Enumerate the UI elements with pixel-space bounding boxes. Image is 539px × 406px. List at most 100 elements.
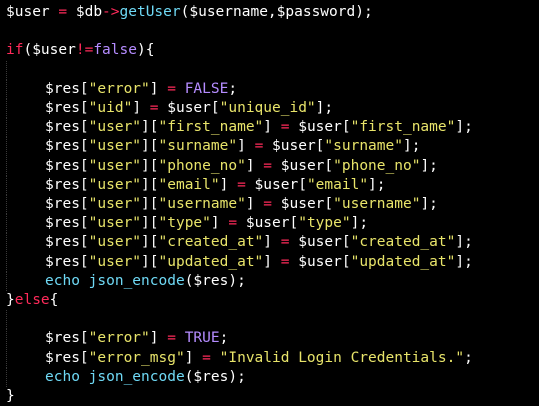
indent-guide (6, 99, 45, 118)
code-token: $res[ (45, 196, 89, 212)
code-token: "updated_at" (158, 254, 264, 270)
code-token: ){ (136, 42, 155, 58)
code-token: "user" (88, 138, 142, 154)
code-token: false (93, 42, 137, 58)
code-token: "error" (88, 330, 150, 346)
code-line[interactable]: echo json_encode($res); (6, 272, 246, 291)
code-token: ] (263, 119, 281, 135)
code-token: "type" (298, 215, 351, 231)
code-token: ] (149, 330, 168, 346)
indent-guide (6, 80, 45, 99)
code-token: ][ (141, 215, 159, 231)
indent-guide (6, 349, 45, 368)
code-line[interactable]: $res["user"]["type"] = $user["type"]; (6, 214, 368, 233)
code-token: = (263, 196, 273, 212)
indent-guide (6, 368, 45, 387)
code-token: ]; (315, 100, 334, 116)
code-token: "type" (158, 215, 211, 231)
code-token: ]; (368, 177, 386, 193)
code-token: ] (149, 81, 168, 97)
indent-guide (6, 329, 45, 348)
code-token: ][ (141, 119, 159, 135)
code-token: ][ (141, 138, 159, 154)
code-token: getUser (119, 4, 181, 20)
code-line[interactable] (6, 61, 45, 80)
indent-guide (6, 195, 45, 214)
code-line[interactable] (6, 310, 45, 329)
code-token: ] (263, 254, 281, 270)
code-token: "phone_no" (333, 158, 421, 174)
code-token: $res[ (45, 215, 89, 231)
code-token: ]; (350, 215, 369, 231)
indent-guide (6, 61, 45, 80)
code-token: ($username,$password); (180, 4, 373, 20)
code-token: "error_msg" (88, 350, 185, 366)
code-token: } (6, 292, 15, 308)
code-token: $res[ (45, 81, 89, 97)
code-line[interactable]: } (6, 387, 15, 406)
code-token: ($res); (184, 369, 246, 385)
indent-guide (6, 253, 45, 272)
code-line[interactable]: $user = $db->getUser($username,$password… (6, 3, 373, 22)
code-token: -> (102, 4, 120, 20)
indent-guide (6, 157, 45, 176)
indent-guide (6, 137, 45, 156)
code-token: = (167, 81, 176, 97)
code-token: "user" (88, 158, 142, 174)
code-line[interactable]: $res["user"]["created_at"] = $user["crea… (6, 233, 473, 252)
code-token: ] (245, 158, 264, 174)
code-token: "user" (88, 234, 142, 250)
code-line[interactable]: }else{ (6, 291, 58, 310)
code-token: $user (6, 4, 59, 20)
code-token: "updated_at" (350, 254, 456, 270)
code-token: "Invalid Login Credentials." (219, 350, 465, 366)
code-token: "uid" (88, 100, 133, 116)
code-token: = (58, 4, 68, 20)
code-line[interactable]: $res["user"]["phone_no"] = $user["phone_… (6, 157, 438, 176)
code-line[interactable]: $res["user"]["first_name"] = $user["firs… (6, 118, 473, 137)
code-token: ]; (455, 254, 473, 270)
code-token: FALSE (184, 81, 229, 97)
code-token: ] (263, 234, 281, 250)
code-token: ][ (141, 158, 159, 174)
code-line[interactable]: $res["error_msg"] = "Invalid Login Crede… (6, 349, 473, 368)
code-line[interactable]: $res["error"] = TRUE; (6, 329, 228, 348)
code-token: $db (67, 4, 103, 20)
code-token: ] (184, 350, 203, 366)
code-line[interactable]: if($user!=false){ (6, 41, 154, 60)
code-token: "user" (88, 177, 142, 193)
code-token: ][ (141, 177, 159, 193)
code-line[interactable]: $res["user"]["email"] = $user["email"]; (6, 176, 386, 195)
code-token: echo (45, 273, 80, 289)
code-token: $user[ (158, 100, 220, 116)
code-line[interactable]: $res["user"]["surname"] = $user["surname… (6, 137, 420, 156)
code-token: = (254, 138, 264, 154)
indent-guide (6, 310, 45, 329)
code-token: ($user (23, 42, 76, 58)
code-token: "username" (158, 196, 246, 212)
code-token: "email" (306, 177, 369, 193)
code-line[interactable]: $res["error"] = FALSE; (6, 80, 237, 99)
code-token: "username" (333, 196, 421, 212)
code-token: $res[ (45, 234, 89, 250)
code-line[interactable]: $res["user"]["username"] = $user["userna… (6, 195, 438, 214)
code-token: else (14, 292, 50, 308)
code-token: = (149, 100, 159, 116)
code-token: $res[ (45, 177, 89, 193)
code-token: ]; (420, 158, 438, 174)
code-line[interactable]: $res["user"]["updated_at"] = $user["upda… (6, 253, 473, 272)
code-token: $res[ (45, 350, 89, 366)
code-token: echo (45, 369, 80, 385)
code-token: $user[ (272, 196, 334, 212)
code-token: ]; (420, 196, 438, 212)
code-token: ] (132, 100, 150, 116)
code-token: "surname" (158, 138, 238, 154)
code-line[interactable]: echo json_encode($res); (6, 368, 246, 387)
code-token: json_encode (88, 273, 185, 289)
code-editor[interactable]: $user = $db->getUser($username,$password… (0, 0, 539, 404)
code-token: ]; (455, 119, 473, 135)
code-line[interactable]: $res["uid"] = $user["unique_id"]; (6, 99, 333, 118)
